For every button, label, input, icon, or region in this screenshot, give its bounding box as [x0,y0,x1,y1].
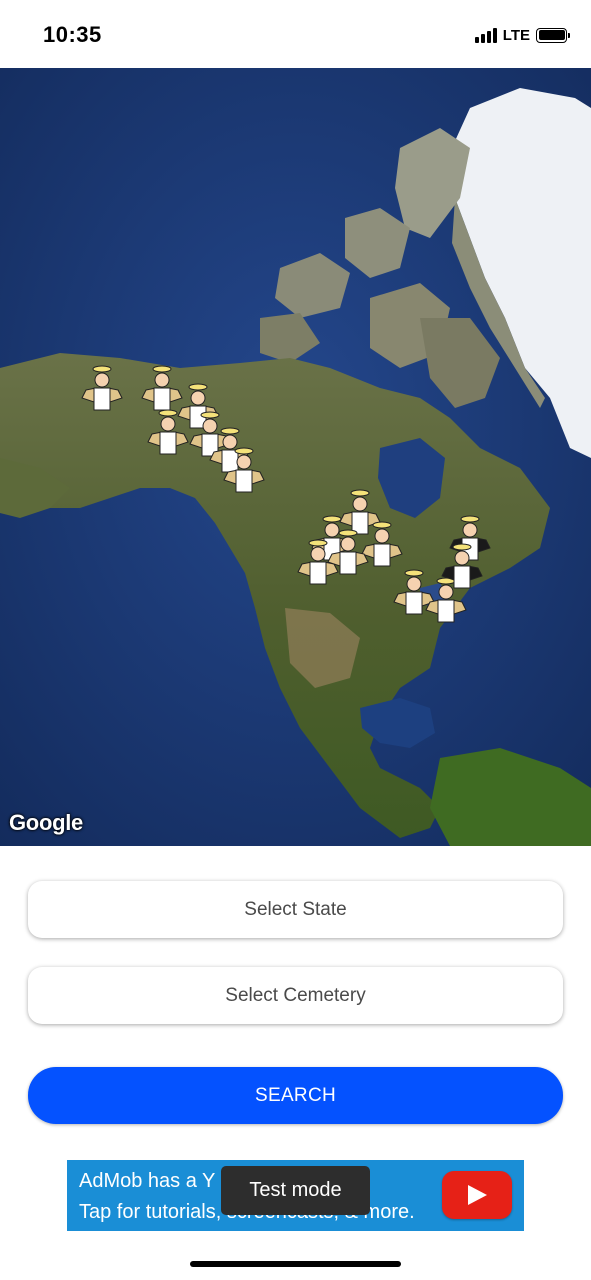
search-button[interactable]: SEARCH [28,1067,563,1124]
test-mode-badge: Test mode [221,1166,370,1215]
home-indicator[interactable] [190,1261,401,1267]
google-logo: Google [9,810,83,835]
state-select[interactable]: Select State [28,881,563,938]
satellite-map [0,68,591,846]
angel-marker-icon[interactable] [146,408,190,460]
status-time: 10:35 [43,22,102,47]
youtube-play-icon[interactable] [442,1171,512,1219]
status-icons: LTE [474,25,570,45]
cellular-signal-icon [474,27,497,43]
angel-marker-icon[interactable] [222,446,266,498]
angel-marker-icon[interactable] [326,528,370,580]
cemetery-select[interactable]: Select Cemetery [28,967,563,1024]
angel-marker-icon[interactable] [440,542,484,594]
map-view[interactable]: Google [0,68,591,846]
angel-marker-icon[interactable] [80,364,124,416]
status-bar: 10:35 LTE [0,0,591,68]
battery-icon [536,27,570,43]
network-type: LTE [502,26,530,44]
ad-headline: AdMob has a Y [79,1170,216,1192]
